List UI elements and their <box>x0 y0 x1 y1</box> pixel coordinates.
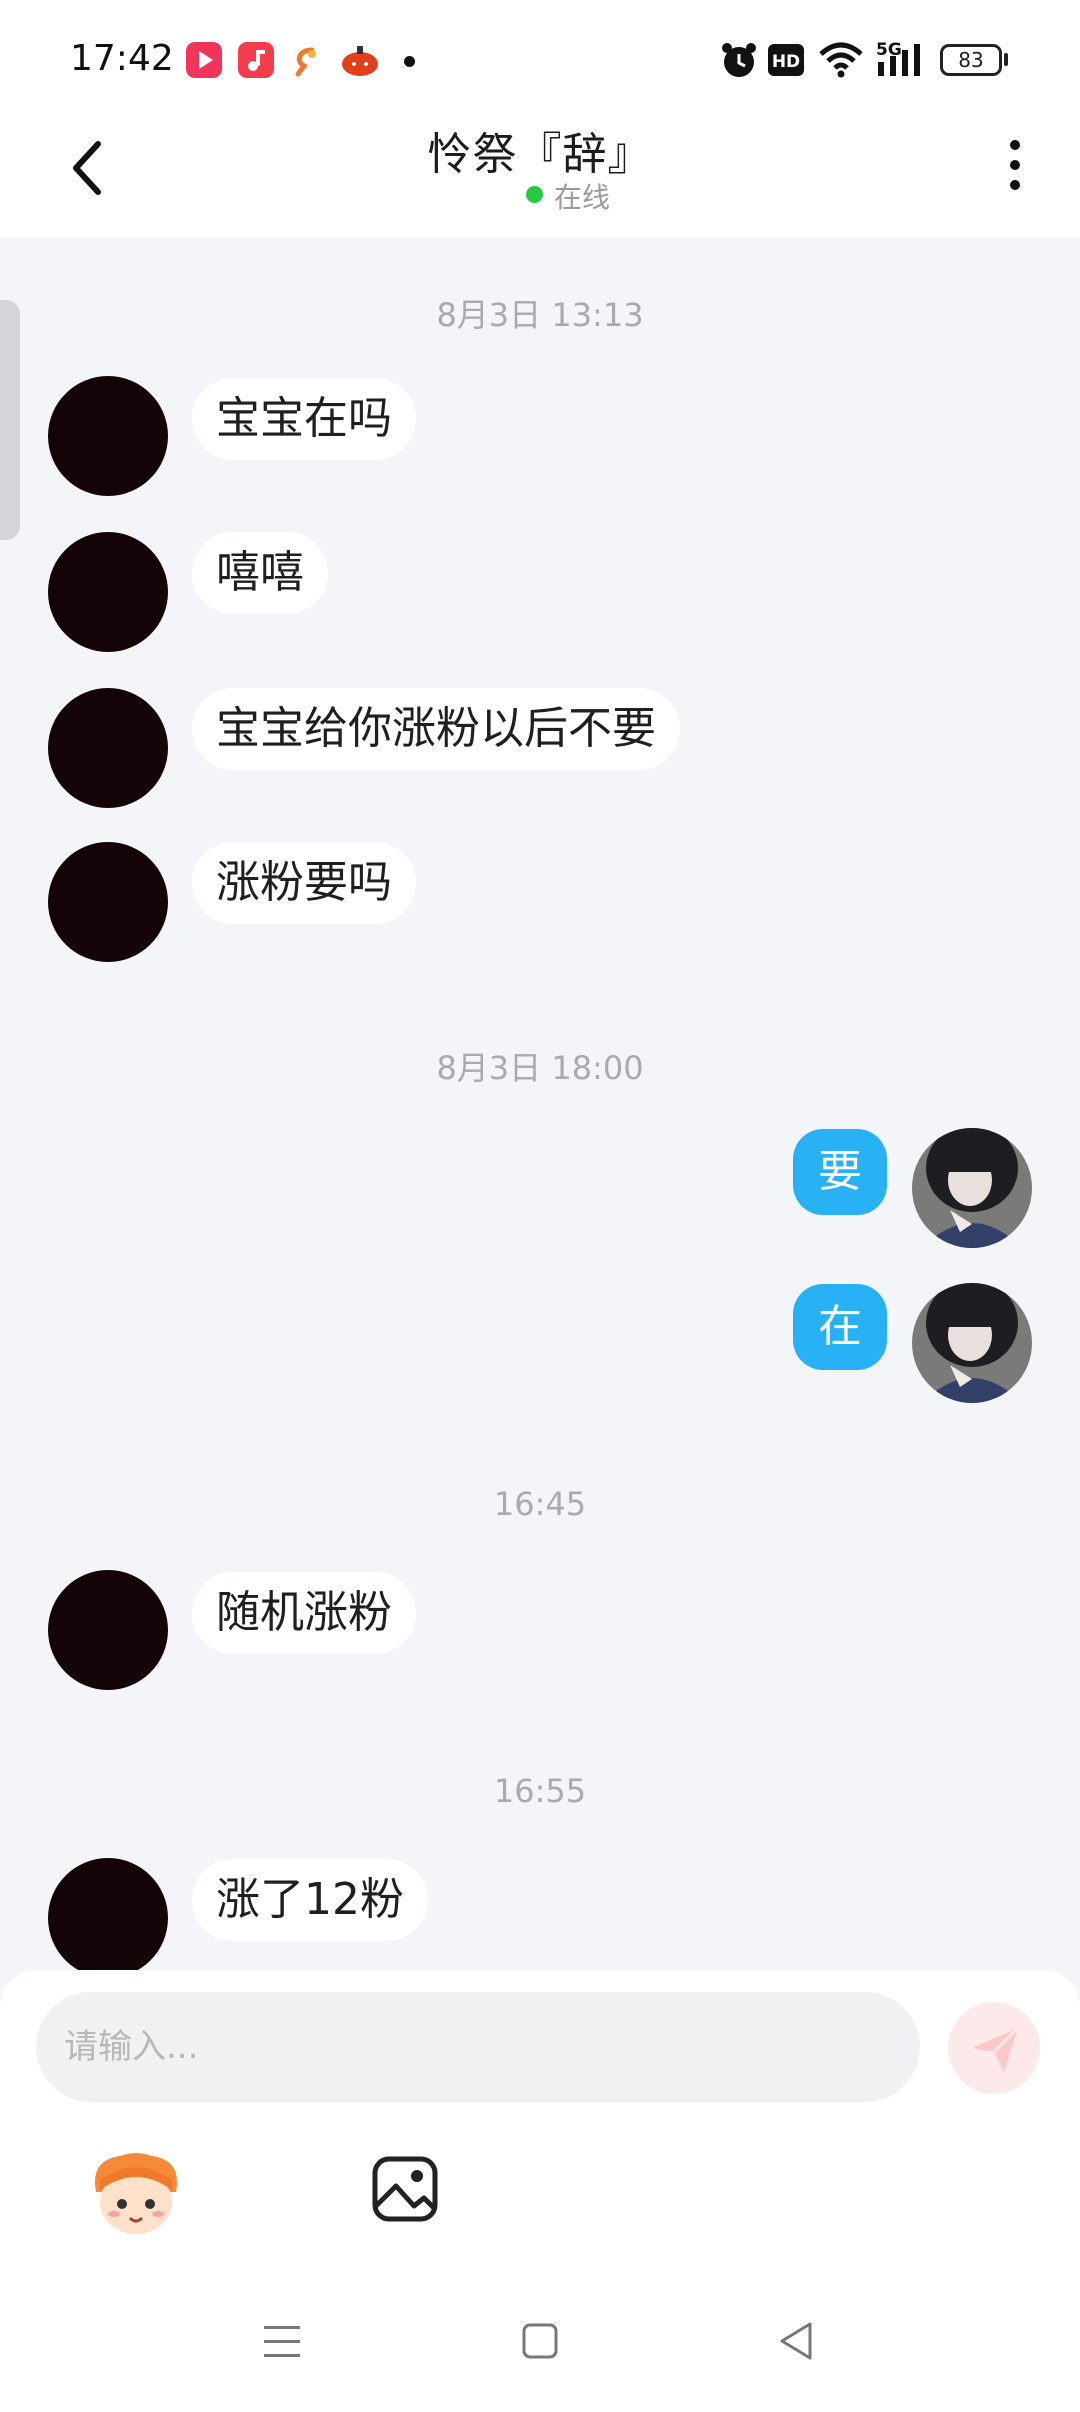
mascot-sticker-icon <box>95 2153 177 2234</box>
timestamp: 16:55 <box>493 1772 587 1810</box>
svg-text:HD: HD <box>772 52 800 72</box>
chat-title-area: 怜祭『辞』 <box>0 118 1080 182</box>
user-photo-icon <box>912 1283 1032 1403</box>
timestamp: 8月3日 13:13 <box>436 296 644 334</box>
hd-icon: HD <box>768 44 804 76</box>
user-avatar[interactable] <box>912 1128 1032 1248</box>
incoming-message[interactable]: 随机涨粉 <box>192 1572 416 1654</box>
incoming-message[interactable]: 宝宝在吗 <box>192 378 416 460</box>
more-dot <box>1010 160 1020 170</box>
battery-icon: 83 <box>940 44 1002 76</box>
alarm-icon <box>722 43 756 77</box>
music-app-icon <box>238 42 274 78</box>
contact-avatar[interactable] <box>48 688 168 808</box>
send-button[interactable] <box>948 2002 1040 2094</box>
battery-level: 83 <box>958 48 984 72</box>
more-notifications-dot <box>404 56 415 67</box>
incoming-message[interactable]: 涨粉要吗 <box>192 842 416 924</box>
contact-avatar[interactable] <box>48 532 168 652</box>
incoming-message[interactable]: 宝宝给你涨粉以后不要 <box>192 688 680 770</box>
incoming-message[interactable]: 嘻嘻 <box>192 532 328 614</box>
image-icon <box>372 2156 438 2222</box>
timestamp: 8月3日 18:00 <box>436 1049 644 1087</box>
nav-recents-button[interactable] <box>262 2320 302 2364</box>
more-options-button[interactable] <box>1000 140 1030 196</box>
back-triangle-icon <box>780 2322 812 2360</box>
pumpkin-app-icon <box>340 42 378 78</box>
more-dot <box>1010 180 1020 190</box>
contact-avatar[interactable] <box>48 1858 168 1978</box>
status-time: 17:42 <box>70 38 174 79</box>
chat-title: 怜祭『辞』 <box>427 129 653 180</box>
nav-back-button[interactable] <box>776 2320 816 2362</box>
nav-home-button[interactable] <box>522 2322 558 2360</box>
sticker-button[interactable] <box>90 2150 182 2238</box>
online-status-dot <box>526 186 543 203</box>
user-avatar[interactable] <box>912 1283 1032 1403</box>
video-app-icon <box>186 42 222 78</box>
outgoing-message[interactable]: 要 <box>793 1129 887 1215</box>
scrollbar-thumb[interactable] <box>0 300 20 540</box>
wifi-icon <box>819 42 863 78</box>
signal-icon <box>878 44 920 76</box>
online-status-text: 在线 <box>554 181 611 214</box>
shrimp-app-icon <box>288 42 324 78</box>
menu-icon <box>264 2326 300 2357</box>
send-icon <box>972 2026 1020 2072</box>
status-bar: 17:42 HD 5G 83 <box>0 0 1080 120</box>
image-button[interactable] <box>370 2154 440 2224</box>
more-dot <box>1010 140 1020 150</box>
timestamp: 16:45 <box>493 1485 587 1523</box>
contact-avatar[interactable] <box>48 376 168 496</box>
battery-tip <box>1004 53 1008 66</box>
home-square-icon <box>522 2323 558 2359</box>
outgoing-message[interactable]: 在 <box>793 1284 887 1370</box>
contact-avatar[interactable] <box>48 1570 168 1690</box>
contact-avatar[interactable] <box>48 842 168 962</box>
incoming-message[interactable]: 涨了12粉 <box>192 1859 428 1941</box>
message-input[interactable]: 请输入... <box>36 1992 920 2102</box>
user-photo-icon <box>912 1128 1032 1248</box>
